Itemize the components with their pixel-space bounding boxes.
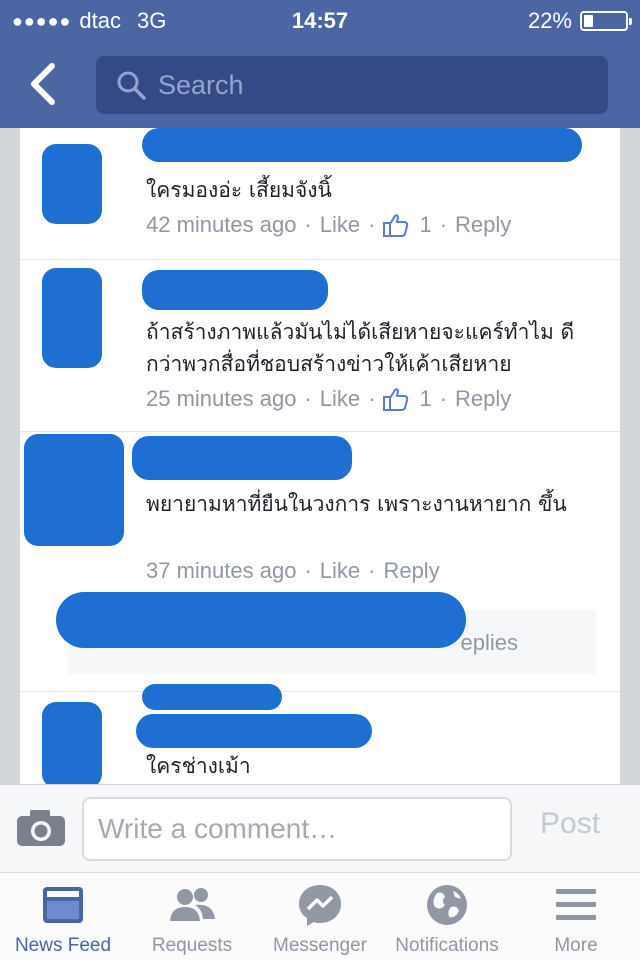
comment-meta: 42 minutes ago · Like · 1 · Reply: [146, 212, 511, 238]
reply-link[interactable]: Reply: [383, 558, 439, 584]
commenter-name-redacted[interactable]: [142, 270, 328, 310]
comment-composer: Post: [0, 784, 640, 872]
comment-text: ใครมองอ่ะ เสี้ยมจังนิ้: [146, 178, 332, 202]
like-count: 1: [419, 386, 432, 411]
separator: ·: [439, 212, 448, 237]
comment-meta: 37 minutes ago · Like · Reply: [146, 558, 440, 584]
chevron-left-icon: [31, 63, 55, 105]
comment-timestamp: 42 minutes ago: [146, 212, 297, 237]
camera-button[interactable]: [16, 809, 66, 852]
friend-requests-icon: [170, 888, 215, 921]
comment-input[interactable]: [82, 797, 512, 861]
comment-text: ใครช่างเม้า: [146, 754, 251, 778]
separator: ·: [439, 386, 448, 411]
tab-requests[interactable]: Requests: [134, 881, 250, 957]
comment-text: ถ้าสร้างภาพแล้วมันไม่ได้เสียหายจะแคร์ทำไ…: [146, 320, 575, 376]
like-link[interactable]: Like: [320, 212, 360, 238]
messenger-icon: [299, 885, 341, 926]
tab-label: Requests: [151, 935, 233, 956]
tab-notifications[interactable]: Notifications: [384, 881, 510, 957]
view-replies-button[interactable]: eplies: [56, 592, 596, 674]
avatar[interactable]: [24, 434, 124, 546]
battery-icon: [580, 11, 632, 31]
tab-bar: News Feed Requests Messenger Notificatio…: [0, 872, 640, 960]
post-button[interactable]: Post: [540, 807, 600, 841]
avatar[interactable]: [42, 702, 102, 784]
top-bar: ●●●●● dtac 3G 14:57 22%: [0, 0, 640, 128]
commenter-name-redacted[interactable]: [142, 128, 582, 162]
like-link[interactable]: Like: [320, 558, 360, 584]
separator: ·: [368, 212, 376, 237]
separator: ·: [368, 558, 376, 583]
avatar[interactable]: [42, 144, 102, 224]
battery-percentage: 22%: [527, 8, 572, 33]
comment-item: ใครมองอ่ะ เสี้ยมจังนิ้ 42 minutes ago · …: [20, 128, 620, 260]
comment-text: พยายามหาที่ยืนในวงการ เพราะงานหายาก ขึ้น: [146, 492, 567, 516]
comment-timestamp: 25 minutes ago: [146, 386, 297, 411]
comment-item: ถ้าสร้างภาพแล้วมันไม่ได้เสียหายจะแคร์ทำไ…: [20, 260, 620, 432]
reply-link[interactable]: Reply: [455, 386, 511, 412]
thumbs-up-icon: [383, 214, 409, 237]
globe-icon: [427, 885, 467, 925]
battery-fill: [584, 15, 593, 27]
comment-item: ใครช่างเม้า: [20, 684, 620, 784]
avatar[interactable]: [42, 268, 102, 368]
separator: ·: [368, 386, 376, 411]
redacted-reply-preview: [56, 592, 466, 648]
comment-timestamp: 37 minutes ago: [146, 558, 297, 583]
tab-label: News Feed: [14, 935, 112, 956]
tab-news-feed[interactable]: News Feed: [4, 881, 122, 957]
back-button[interactable]: [22, 60, 66, 108]
menu-icon: [556, 889, 596, 920]
comments-panel: ใครมองอ่ะ เสี้ยมจังนิ้ 42 minutes ago · …: [20, 128, 620, 784]
commenter-name-redacted[interactable]: [132, 436, 352, 480]
search-bar[interactable]: [96, 56, 608, 114]
tab-label: More: [554, 935, 598, 956]
commenter-name-redacted[interactable]: [136, 714, 372, 748]
separator: ·: [304, 558, 312, 583]
commenter-name-redacted[interactable]: [142, 684, 282, 710]
like-link[interactable]: Like: [320, 386, 360, 412]
tab-label: Messenger: [273, 935, 367, 956]
search-input[interactable]: [158, 69, 598, 101]
news-feed-icon: [43, 887, 83, 923]
tab-more[interactable]: More: [530, 881, 622, 957]
separator: ·: [304, 386, 312, 411]
camera-icon: [17, 810, 65, 846]
status-bar: ●●●●● dtac 3G 14:57 22%: [0, 0, 640, 40]
replies-label: eplies: [460, 630, 518, 655]
thumbs-up-icon: [383, 388, 409, 411]
like-count: 1: [419, 212, 432, 237]
reply-link[interactable]: Reply: [455, 212, 511, 238]
separator: ·: [304, 212, 312, 237]
search-icon: [117, 71, 146, 100]
tab-label: Notifications: [395, 935, 499, 956]
comment-meta: 25 minutes ago · Like · 1 · Reply: [146, 386, 511, 412]
tab-messenger[interactable]: Messenger: [262, 881, 378, 957]
